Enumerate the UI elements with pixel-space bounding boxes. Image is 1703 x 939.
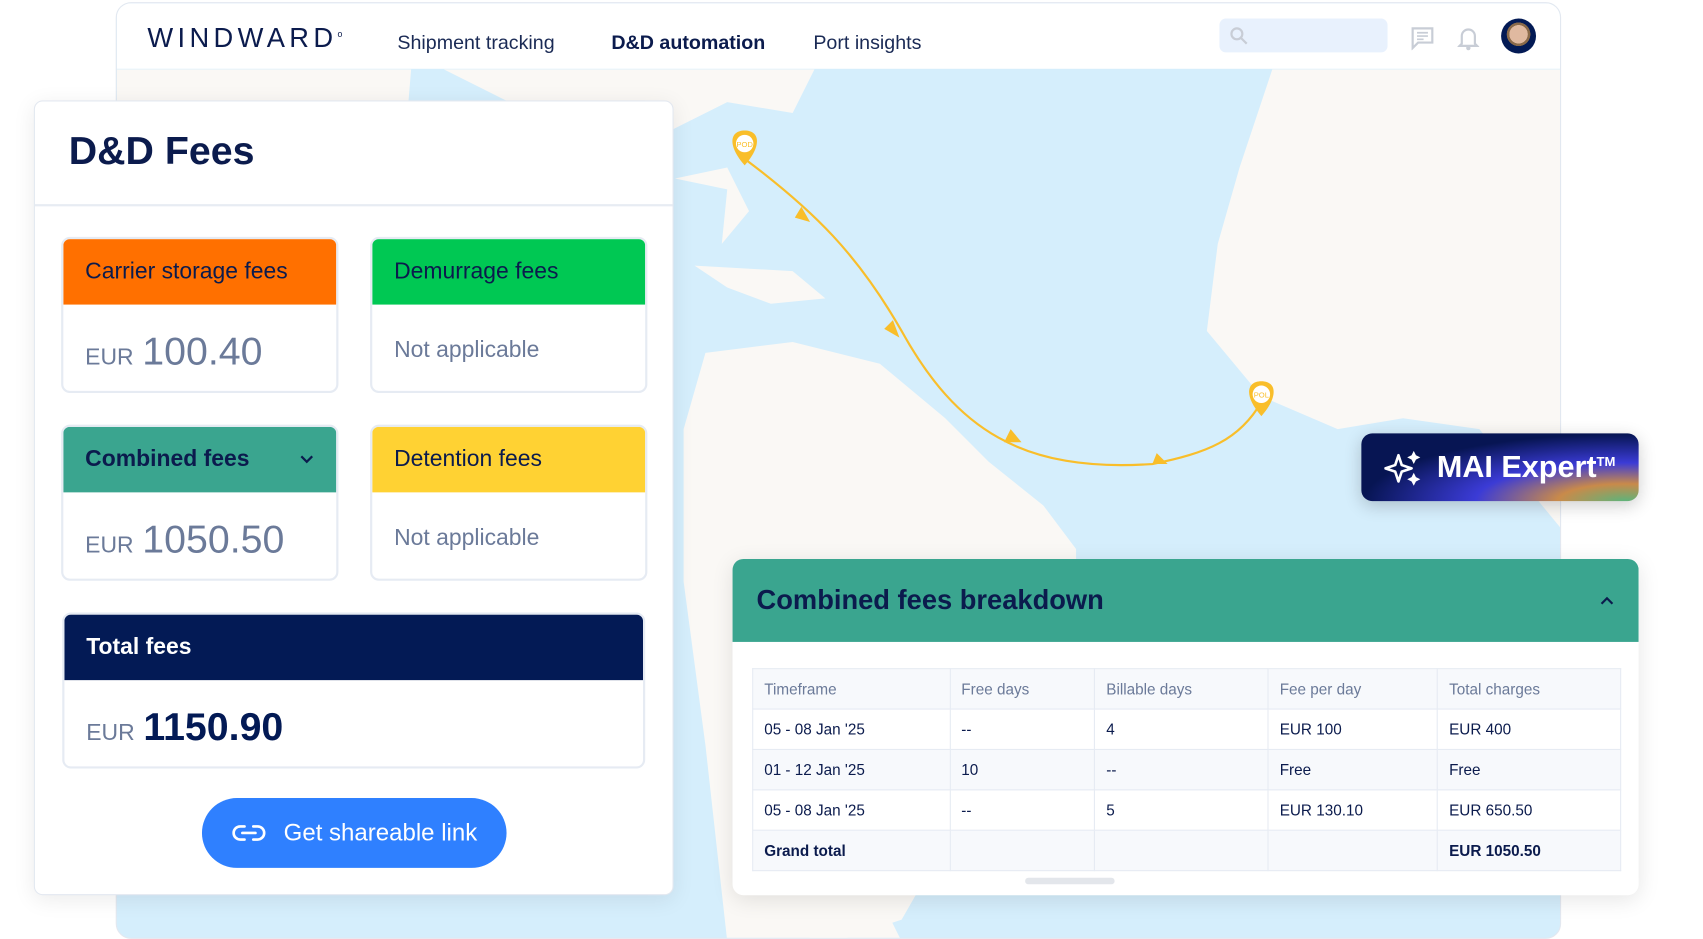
chat-icon[interactable] [1410, 26, 1434, 51]
dd-fees-panel: D&D Fees Carrier storage fees EUR 100.40 … [33, 100, 674, 896]
column-header: Timeframe [752, 668, 951, 710]
table-cell [949, 829, 1096, 872]
breakdown-title: Combined fees breakdown [756, 584, 1104, 616]
link-icon [232, 825, 266, 841]
search-icon [1230, 27, 1248, 45]
mai-expert-button[interactable]: MAI ExpertTM [1361, 433, 1639, 502]
table-cell: 4 [1094, 708, 1269, 750]
table-cell [1094, 829, 1269, 872]
table-cell: 5 [1094, 789, 1269, 831]
table-cell: EUR 1050.50 [1437, 829, 1622, 872]
column-header: Total charges [1437, 668, 1622, 710]
card-value: 1050.50 [142, 516, 285, 562]
table-cell: Free [1267, 748, 1439, 791]
card-title: Detention fees [372, 426, 646, 493]
panel-title: D&D Fees [68, 127, 255, 173]
table-cell [1267, 829, 1439, 872]
button-label: Get shareable link [283, 818, 478, 847]
combined-fees-card[interactable]: Combined fees EUR 1050.50 [61, 424, 339, 581]
table-row: 05 - 08 Jan '25 -- 5 EUR 130.10 EUR 650.50 [752, 789, 1622, 831]
table-cell: 05 - 08 Jan '25 [752, 708, 951, 750]
pol-pin[interactable]: POL [1249, 381, 1274, 417]
trademark: TM [1596, 453, 1616, 470]
currency: EUR [85, 532, 134, 558]
scrollbar[interactable] [1025, 877, 1115, 885]
get-shareable-link-button[interactable]: Get shareable link [201, 798, 507, 868]
table-row: 01 - 12 Jan '25 10 -- Free Free [752, 748, 1622, 791]
carrier-storage-card: Carrier storage fees EUR 100.40 [61, 236, 339, 394]
table-cell: 10 [949, 748, 1096, 791]
card-title: Carrier storage fees [63, 239, 337, 305]
column-header: Fee per day [1267, 668, 1439, 710]
breakdown-header[interactable]: Combined fees breakdown [732, 558, 1639, 642]
currency: EUR [85, 344, 134, 371]
svg-text:POL: POL [1254, 391, 1269, 400]
table-cell: 01 - 12 Jan '25 [752, 748, 951, 791]
nav-shipment-tracking[interactable]: Shipment tracking [397, 32, 554, 55]
avatar[interactable] [1501, 18, 1537, 54]
table-cell: EUR 650.50 [1437, 789, 1622, 831]
top-nav: WINDWARDo Shipment tracking D&D automati… [116, 3, 1561, 69]
table-cell: EUR 130.10 [1267, 789, 1439, 831]
table-cell: Grand total [752, 829, 951, 872]
table-row: 05 - 08 Jan '25 -- 4 EUR 100 EUR 400 [752, 708, 1622, 750]
svg-text:POD: POD [736, 140, 753, 149]
bell-icon[interactable] [1457, 25, 1480, 51]
table-cell: -- [949, 708, 1096, 750]
demurrage-card: Demurrage fees Not applicable [370, 236, 648, 394]
card-title: Demurrage fees [372, 239, 646, 305]
table-cell: 05 - 08 Jan '25 [752, 789, 951, 831]
card-title: Total fees [64, 614, 644, 681]
pod-pin[interactable]: POD [732, 130, 757, 166]
nav-port-insights[interactable]: Port insights [813, 32, 921, 55]
total-value: 1150.90 [143, 704, 284, 749]
chevron-down-icon[interactable] [299, 454, 314, 465]
table-cell: EUR 100 [1267, 708, 1439, 750]
table-cell: -- [1094, 748, 1269, 791]
detention-card: Detention fees Not applicable [370, 424, 648, 581]
sparkle-icon [1384, 450, 1421, 486]
breakdown-table: Timeframe Free days Billable days Fee per d… [752, 668, 1622, 872]
card-value: Not applicable [394, 337, 540, 363]
column-header: Free days [949, 668, 1096, 710]
nav-dd-automation[interactable]: D&D automation [611, 32, 765, 55]
card-value: Not applicable [394, 525, 540, 551]
mai-label: MAI Expert [1436, 449, 1597, 484]
card-value: 100.40 [142, 328, 263, 374]
table-cell: -- [949, 789, 1096, 831]
search-input[interactable] [1219, 18, 1388, 53]
card-title: Combined fees [85, 446, 250, 472]
column-header: Billable days [1094, 668, 1269, 710]
divider [34, 204, 673, 207]
table-cell: Free [1437, 748, 1622, 791]
grand-total-row: Grand total EUR 1050.50 [752, 829, 1622, 872]
total-fees-card: Total fees EUR 1150.90 [62, 612, 646, 769]
logo[interactable]: WINDWARDo [147, 23, 342, 55]
table-cell: EUR 400 [1437, 708, 1622, 750]
chevron-up-icon[interactable] [1599, 595, 1614, 606]
currency: EUR [86, 720, 135, 746]
combined-fees-breakdown: Combined fees breakdown Timeframe Free da… [732, 558, 1639, 896]
